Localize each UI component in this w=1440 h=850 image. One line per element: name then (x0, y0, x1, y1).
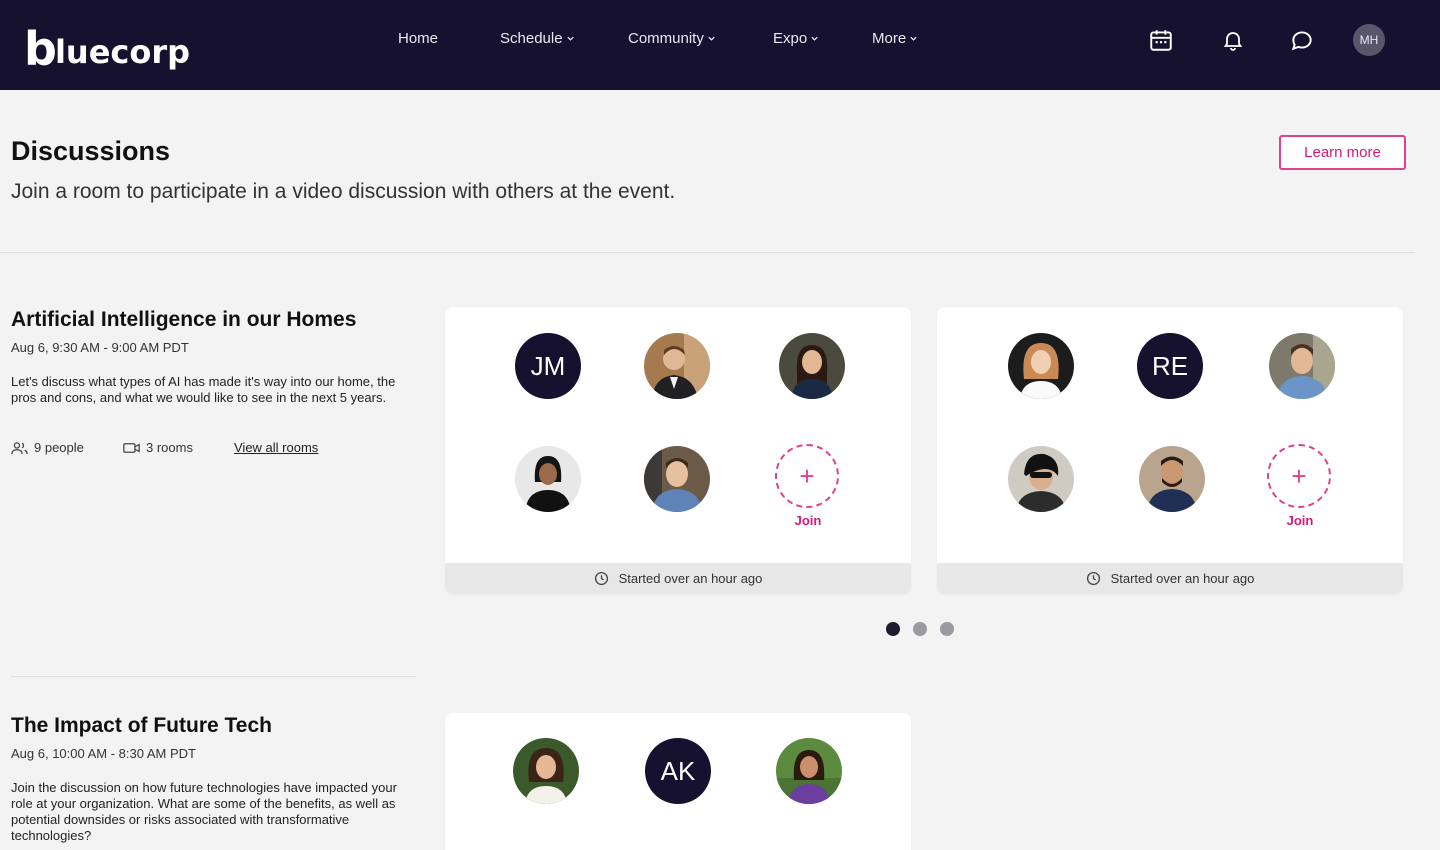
learn-more-button[interactable]: Learn more (1279, 135, 1406, 170)
discussion-title: Artificial Intelligence in our Homes (11, 308, 357, 331)
discussion-description: Join the discussion on how future techno… (11, 780, 397, 843)
join-room-button[interactable]: + Join (1267, 444, 1333, 528)
nav-schedule[interactable]: Schedule (500, 30, 575, 47)
nav-expo[interactable]: Expo (773, 30, 819, 47)
participant-photo-avatar (1008, 446, 1074, 512)
video-icon (123, 442, 140, 453)
page-title: Discussions (11, 136, 171, 166)
nav-community[interactable]: Community (628, 30, 716, 47)
room-card[interactable]: JM + Join Started over an hour ago (445, 307, 911, 594)
chevron-down-icon (708, 36, 715, 41)
discussion-description: Let's discuss what types of AI has made … (11, 374, 396, 405)
participant-avatar: AK (645, 738, 711, 804)
nav-home[interactable]: Home (398, 30, 438, 47)
participant-avatar: RE (1137, 333, 1203, 399)
divider (11, 676, 416, 677)
participant-photo-avatar (779, 333, 845, 399)
discussion-date: Aug 6, 10:00 AM - 8:30 AM PDT (11, 746, 196, 761)
chevron-down-icon (910, 36, 917, 41)
chevron-down-icon (566, 36, 574, 41)
calendar-icon[interactable] (1146, 25, 1176, 55)
participant-photo-avatar (515, 446, 581, 512)
discussion-date: Aug 6, 9:30 AM - 9:00 AM PDT (11, 340, 189, 355)
participant-photo-avatar (1269, 333, 1335, 399)
page-subtitle: Join a room to participate in a video di… (11, 180, 676, 203)
carousel-pagination (886, 622, 954, 636)
chat-icon[interactable] (1287, 25, 1317, 55)
participant-photo-avatar (644, 446, 710, 512)
divider (0, 252, 1415, 253)
participant-photo-avatar (776, 738, 842, 804)
carousel-dot[interactable] (940, 622, 954, 636)
carousel-dot-active[interactable] (886, 622, 900, 636)
chevron-down-icon (811, 36, 818, 41)
participant-photo-avatar (1139, 446, 1205, 512)
participant-avatar: JM (515, 333, 581, 399)
room-card[interactable]: AK (445, 713, 911, 850)
carousel-dot[interactable] (913, 622, 927, 636)
rooms-count: 3 rooms (123, 440, 193, 455)
participant-photo-avatar (1008, 333, 1074, 399)
nav-more[interactable]: More (872, 30, 918, 47)
bell-icon[interactable] (1218, 25, 1248, 55)
participant-photo-avatar (513, 738, 579, 804)
view-all-rooms-link[interactable]: View all rooms (234, 440, 318, 455)
room-status: Started over an hour ago (937, 563, 1403, 594)
user-avatar[interactable]: MH (1353, 24, 1385, 56)
people-count: 9 people (11, 440, 84, 455)
clock-icon (1086, 571, 1100, 586)
clock-icon (594, 571, 608, 586)
room-card[interactable]: RE + Join Started over an hour ago (937, 307, 1403, 594)
people-icon (11, 441, 28, 454)
discussion-title: The Impact of Future Tech (11, 714, 272, 737)
plus-icon: + (775, 444, 839, 508)
room-status: Started over an hour ago (445, 563, 911, 594)
top-nav-bar: b luecorp Home Schedule Community Expo Mo… (0, 0, 1440, 90)
join-room-button[interactable]: + Join (775, 444, 841, 528)
bluecorp-logo[interactable]: b luecorp (24, 12, 190, 72)
plus-icon: + (1267, 444, 1331, 508)
participant-photo-avatar (644, 333, 710, 399)
